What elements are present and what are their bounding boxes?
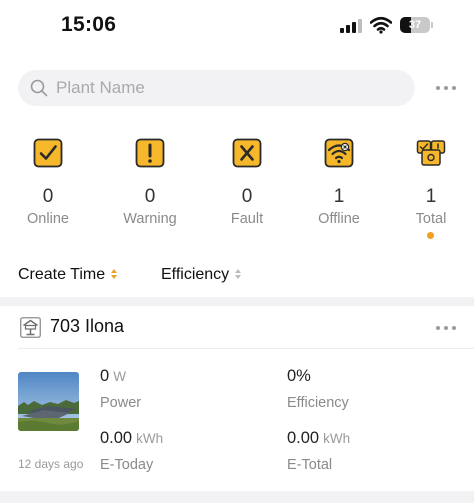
e-total-label: E-Total	[287, 457, 333, 473]
battery-icon: 37	[400, 17, 430, 33]
section-divider	[0, 491, 474, 503]
last-updated-text: 12 days ago	[18, 457, 84, 471]
plant-name: 703 Ilona	[50, 316, 125, 336]
status-online[interactable]: 0 Online	[3, 138, 93, 248]
fault-label: Fault	[230, 211, 264, 227]
fault-count: 0	[241, 186, 253, 207]
warning-exclamation-icon	[135, 138, 165, 168]
plant-more-options-icon[interactable]	[434, 322, 458, 334]
efficiency-label: Efficiency	[287, 395, 349, 411]
e-today-label: E-Today	[100, 457, 154, 473]
cellular-signal-icon	[340, 19, 362, 33]
status-fault[interactable]: 0 Fault	[202, 138, 292, 248]
online-check-icon	[33, 138, 63, 168]
power-value: 0W	[100, 367, 126, 385]
e-today-value: 0.00 kWh	[100, 429, 164, 447]
sort-arrows-icon	[235, 269, 243, 281]
offline-wifi-icon	[324, 138, 354, 168]
plant-photo	[18, 372, 79, 431]
search-icon	[30, 79, 48, 97]
sort-efficiency-label: Efficiency	[161, 266, 230, 283]
status-total[interactable]: 1 Total	[386, 138, 474, 248]
wifi-icon	[370, 16, 392, 34]
status-warning[interactable]: 0 Warning	[105, 138, 195, 248]
search-input[interactable]	[56, 70, 396, 106]
online-count: 0	[42, 186, 54, 207]
section-divider	[0, 297, 474, 306]
warning-count: 0	[144, 186, 156, 207]
status-bar: 15:06 37	[0, 0, 474, 52]
offline-count: 1	[333, 186, 345, 207]
efficiency-value: 0%	[287, 367, 311, 385]
selected-indicator-dot	[427, 232, 434, 239]
sort-efficiency-button[interactable]: Efficiency	[161, 264, 243, 286]
status-offline[interactable]: 1 Offline	[294, 138, 384, 248]
total-label: Total	[415, 211, 447, 227]
battery-tip	[431, 22, 433, 28]
battery-percent: 37	[408, 19, 422, 31]
power-label: Power	[100, 395, 142, 411]
plant-house-icon	[20, 317, 41, 338]
sort-arrows-icon	[111, 269, 119, 281]
warning-label: Warning	[123, 211, 177, 227]
clock: 15:06	[61, 13, 117, 36]
sort-create-time-button[interactable]: Create Time	[18, 264, 119, 286]
total-count: 1	[425, 186, 437, 207]
total-stack-icon	[416, 140, 446, 166]
card-divider	[18, 348, 474, 349]
offline-label: Offline	[318, 211, 360, 227]
more-options-icon[interactable]	[434, 82, 458, 94]
search-bar[interactable]	[18, 70, 415, 106]
fault-x-icon	[232, 138, 262, 168]
sort-create-time-label: Create Time	[18, 266, 106, 283]
online-label: Online	[27, 211, 69, 227]
e-total-value: 0.00 kWh	[287, 429, 351, 447]
plant-card[interactable]: 703 Ilona 12 days ago 0W Power 0% Effici…	[0, 306, 474, 491]
